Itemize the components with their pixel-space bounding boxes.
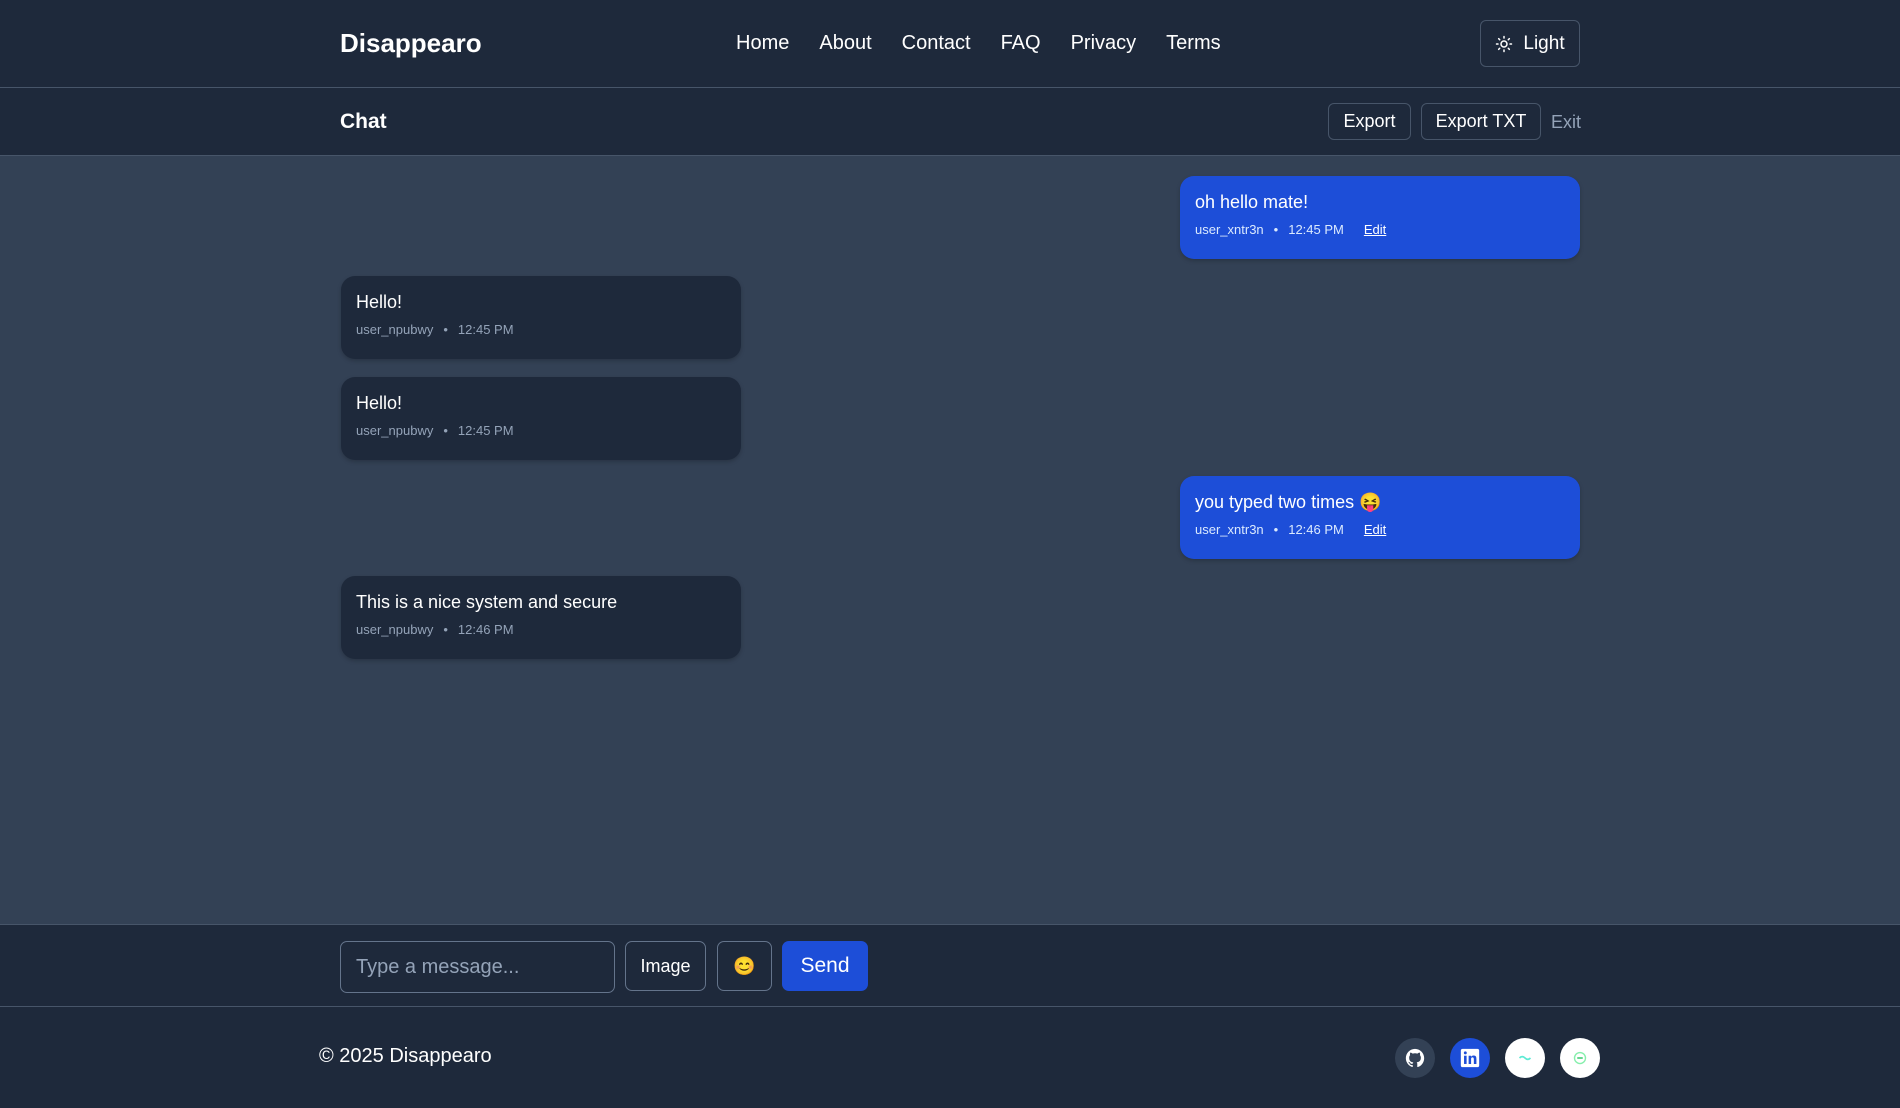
top-navigation: Disappearo Home About Contact FAQ Privac…: [0, 0, 1900, 88]
nav-link-about[interactable]: About: [819, 32, 871, 55]
meta-separator: •: [1273, 522, 1279, 537]
meta-separator: •: [443, 622, 448, 637]
nav-links: Home About Contact FAQ Privacy Terms: [736, 32, 1221, 55]
export-txt-button[interactable]: Export TXT: [1421, 103, 1541, 140]
message-time: 12:45 PM: [1288, 222, 1344, 237]
message-bubble-outgoing: oh hello mate! user_xntr3n • 12:45 PM Ed…: [1180, 176, 1580, 259]
message-text: This is a nice system and secure: [356, 592, 618, 612]
github-link[interactable]: [1395, 1038, 1435, 1078]
meta-separator: •: [443, 423, 448, 438]
message-meta: user_npubwy • 12:45 PM: [356, 322, 726, 337]
theme-toggle-label: Light: [1523, 32, 1565, 54]
message-username: user_xntr3n: [1195, 522, 1264, 537]
theme-toggle-button[interactable]: Light: [1480, 20, 1580, 67]
message-time: 12:45 PM: [457, 423, 514, 438]
emoji-picker-button[interactable]: 😊: [717, 941, 772, 991]
image-upload-button[interactable]: Image: [625, 941, 706, 991]
meta-separator: •: [1273, 222, 1279, 237]
nav-link-faq[interactable]: FAQ: [1001, 32, 1041, 55]
message-time: 12:45 PM: [457, 322, 514, 337]
linkedin-icon: [1460, 1048, 1480, 1068]
message-composer: Image 😊 Send: [0, 924, 1900, 1007]
social-icon-3: [1518, 1055, 1532, 1061]
message-time: 12:46 PM: [457, 622, 514, 637]
copyright-text: © 2025 Disappearo: [319, 1045, 492, 1067]
message-username: user_npubwy: [356, 423, 434, 438]
nav-link-home[interactable]: Home: [736, 32, 789, 55]
message-username: user_xntr3n: [1195, 222, 1264, 237]
message-bubble-incoming: Hello! user_npubwy • 12:45 PM: [341, 377, 741, 460]
message-bubble-outgoing: you typed two times 😝 user_xntr3n • 12:4…: [1180, 476, 1580, 559]
social-link-3[interactable]: [1505, 1038, 1545, 1078]
message-meta: user_npubwy • 12:45 PM: [356, 423, 726, 438]
social-link-4[interactable]: [1560, 1038, 1600, 1078]
message-text: oh hello mate!: [1195, 192, 1309, 212]
nav-link-contact[interactable]: Contact: [902, 32, 971, 55]
message-bubble-incoming: This is a nice system and secure user_np…: [341, 576, 741, 659]
brand-logo[interactable]: Disappearo: [340, 28, 482, 59]
message-text: you typed two times 😝: [1195, 492, 1382, 512]
nav-link-terms[interactable]: Terms: [1166, 32, 1220, 55]
message-meta: user_npubwy • 12:46 PM: [356, 622, 726, 637]
message-text: Hello!: [356, 393, 403, 413]
message-input[interactable]: [340, 941, 615, 993]
meta-separator: •: [443, 322, 448, 337]
message-text: Hello!: [356, 292, 403, 312]
linkedin-link[interactable]: [1450, 1038, 1490, 1078]
github-icon: [1405, 1048, 1425, 1068]
message-meta: user_xntr3n • 12:45 PM Edit: [1195, 222, 1565, 237]
send-button[interactable]: Send: [782, 941, 868, 991]
message-time: 12:46 PM: [1288, 522, 1344, 537]
edit-message-link[interactable]: Edit: [1364, 522, 1386, 537]
chat-title: Chat: [340, 110, 387, 133]
social-icon-4: [1573, 1051, 1587, 1065]
message-username: user_npubwy: [356, 322, 434, 337]
edit-message-link[interactable]: Edit: [1364, 222, 1386, 237]
message-username: user_npubwy: [356, 622, 434, 637]
message-meta: user_xntr3n • 12:46 PM Edit: [1195, 522, 1565, 537]
sun-icon: [1496, 35, 1513, 52]
site-footer: © 2025 Disappearo: [0, 1007, 1900, 1108]
chat-header: Chat Export Export TXT Exit: [0, 88, 1900, 156]
export-button[interactable]: Export: [1328, 103, 1411, 140]
exit-link[interactable]: Exit: [1551, 112, 1581, 133]
nav-link-privacy[interactable]: Privacy: [1071, 32, 1137, 55]
message-bubble-incoming: Hello! user_npubwy • 12:45 PM: [341, 276, 741, 359]
